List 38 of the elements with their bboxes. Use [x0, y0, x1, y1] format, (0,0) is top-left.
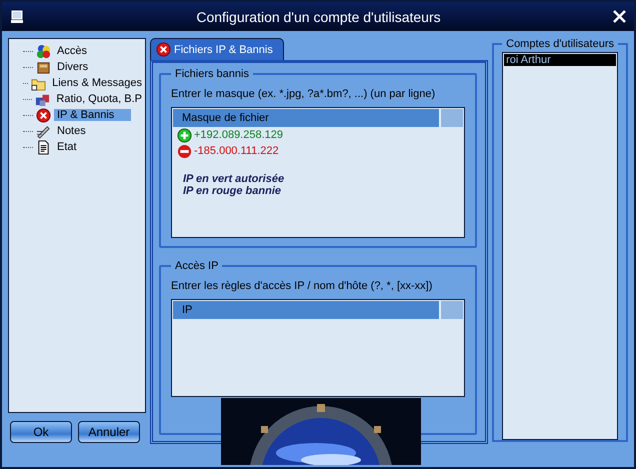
instruction-text: Entrer le masque (ex. *.jpg, ?a*.bm?, ...) (un par ligne) [171, 88, 436, 100]
close-circle-icon [36, 108, 51, 122]
tree-item[interactable]: Notes [54, 125, 89, 137]
pencil-icon [36, 124, 51, 138]
minus-circle-icon [177, 144, 192, 158]
box-icon [36, 60, 51, 74]
close-circle-icon [156, 42, 171, 57]
ip-entry[interactable]: +192.089.258.129 [194, 129, 284, 141]
window-title: Configuration d'un compte d'utilisateurs [195, 8, 442, 24]
group-title: Accès IP [174, 260, 220, 272]
ip-entry[interactable]: -185.000.111.222 [194, 145, 279, 157]
tree-item[interactable]: Accès [54, 45, 90, 57]
tree-item[interactable]: Ratio, Quota, B.P [53, 93, 145, 105]
plus-circle-icon [177, 128, 192, 142]
header-filler [441, 109, 464, 127]
tree-item[interactable]: IP & Bannis [54, 109, 131, 121]
account-item[interactable]: roi Arthur [504, 54, 616, 66]
list-box[interactable]: Masque de fichier +192.089.258.129 -185.000.111.222 IP en vert autorisée IP en rouge bannie [171, 107, 466, 238]
tab[interactable]: Fichiers IP & Bannis [150, 38, 284, 60]
tree-item[interactable]: Divers [54, 61, 92, 73]
column-header[interactable]: IP [173, 301, 442, 319]
legend-note: IP en vert autorisée [182, 173, 286, 185]
tree-item[interactable]: Etat [54, 141, 80, 153]
account-list[interactable]: roi Arthur [502, 52, 618, 440]
tree-item[interactable]: Liens & Messages [49, 77, 145, 89]
cancel-button[interactable]: Annuler [78, 421, 140, 443]
close-icon[interactable] [613, 10, 626, 23]
instruction-text: Entrer les règles d'accès IP / nom d'hôte (?, *, [xx-xx]) [171, 280, 434, 292]
computer-icon [10, 10, 24, 24]
legend-note: IP en rouge bannie [182, 185, 282, 197]
column-header[interactable]: Masque de fichier [173, 109, 442, 127]
document-icon [36, 140, 51, 154]
group-title: Fichiers bannis [174, 68, 250, 80]
header-filler [441, 301, 464, 319]
group-title: Comptes d'utilisateurs [505, 38, 615, 50]
list-box[interactable]: IP [171, 299, 466, 397]
colored-balls-icon [36, 44, 51, 58]
ok-button[interactable]: Ok [10, 421, 72, 443]
